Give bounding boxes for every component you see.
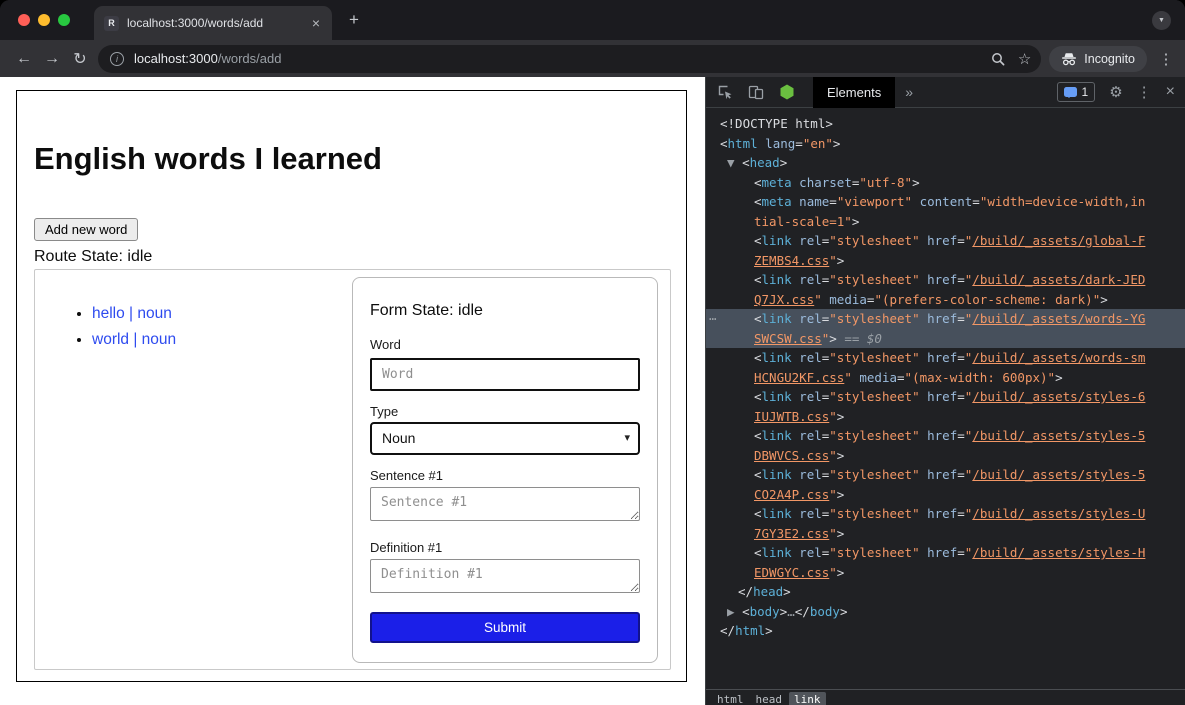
dom-tree: <!DOCTYPE html><html lang="en">▼ <head><… xyxy=(706,108,1185,689)
dom-node-row[interactable]: SWCSW.css"> == $0 xyxy=(706,329,1185,349)
url-text: localhost:3000/words/add xyxy=(134,51,978,66)
bookmark-star-icon[interactable]: ☆ xyxy=(1018,50,1031,68)
dom-node-row[interactable]: <link rel="stylesheet" href="/build/_ass… xyxy=(706,465,1185,485)
breadcrumb-item-html[interactable]: html xyxy=(712,692,749,705)
dom-node-row[interactable]: DBWVCS.css"> xyxy=(706,446,1185,466)
dom-node-row[interactable]: tial-scale=1"> xyxy=(706,212,1185,232)
dom-node-row[interactable]: ZEMBS4.css"> xyxy=(706,251,1185,271)
devtools-toolbar-right: 1 ⚙ ⋮ × xyxy=(1057,82,1185,102)
url-path: /words/add xyxy=(218,51,282,66)
browser-window: R localhost:3000/words/add × + ▼ ← → ↻ i… xyxy=(0,0,1185,705)
tab-search-button[interactable]: ▼ xyxy=(1152,11,1171,30)
dom-node-row[interactable]: <link rel="stylesheet" href="/build/_ass… xyxy=(706,387,1185,407)
gear-icon[interactable]: ⚙ xyxy=(1109,83,1122,101)
dom-node-row[interactable]: Q7JX.css" media="(prefers-color-scheme: … xyxy=(706,290,1185,310)
site-info-icon[interactable]: i xyxy=(110,52,124,66)
node-options-icon[interactable]: ⋯ xyxy=(709,309,716,329)
devtools-toolbar: Elements » 1 ⚙ ⋮ × xyxy=(706,77,1185,108)
dom-node-row[interactable]: <link rel="stylesheet" href="/build/_ass… xyxy=(706,348,1185,368)
forward-button[interactable]: → xyxy=(38,50,66,68)
page-title: English words I learned xyxy=(34,143,686,176)
browser-tab[interactable]: R localhost:3000/words/add × xyxy=(94,6,332,40)
back-button[interactable]: ← xyxy=(10,50,38,68)
type-label: Type xyxy=(370,404,640,419)
dom-node-row[interactable]: ▼ <head> xyxy=(706,153,1185,173)
dom-node-row[interactable]: <link rel="stylesheet" href="/build/_ass… xyxy=(706,426,1185,446)
incognito-icon xyxy=(1061,52,1077,66)
words-section: hello | noun world | noun Form State: id… xyxy=(34,269,671,670)
dom-node-row[interactable]: <link rel="stylesheet" href="/build/_ass… xyxy=(706,231,1185,251)
tab-favicon: R xyxy=(104,16,119,31)
sentence-label: Sentence #1 xyxy=(370,468,640,483)
dom-node-row[interactable]: <link rel="stylesheet" href="/build/_ass… xyxy=(706,504,1185,524)
tab-elements[interactable]: Elements xyxy=(813,77,895,108)
node-hexagon-icon[interactable] xyxy=(775,80,799,104)
devtools-close-icon[interactable]: × xyxy=(1166,83,1175,101)
close-window-button[interactable] xyxy=(18,14,30,26)
word-link-world[interactable]: world | noun xyxy=(92,331,176,348)
more-tabs-icon[interactable]: » xyxy=(905,84,913,100)
tab-close-icon[interactable]: × xyxy=(308,15,324,31)
word-input[interactable] xyxy=(370,358,640,391)
dom-node-row[interactable]: EDWGYC.css"> xyxy=(706,563,1185,583)
definition-label: Definition #1 xyxy=(370,540,640,555)
reload-button[interactable]: ↻ xyxy=(66,49,94,69)
minimize-window-button[interactable] xyxy=(38,14,50,26)
sentence-input[interactable] xyxy=(370,487,640,521)
window-content: English words I learned Add new word Rou… xyxy=(0,77,1185,705)
breadcrumb-item-link[interactable]: link xyxy=(789,692,826,705)
definition-input[interactable] xyxy=(370,559,640,593)
dom-node-row[interactable]: <link rel="stylesheet" href="/build/_ass… xyxy=(706,270,1185,290)
page-viewport: English words I learned Add new word Rou… xyxy=(0,77,705,705)
dom-node-row[interactable]: <link rel="stylesheet" href="/build/_ass… xyxy=(706,309,1185,329)
devtools-panel: Elements » 1 ⚙ ⋮ × <!DOCTYPE html><html … xyxy=(705,77,1185,705)
device-toolbar-icon[interactable] xyxy=(744,80,768,104)
issues-count: 1 xyxy=(1082,85,1089,99)
type-select[interactable]: Noun xyxy=(370,422,640,455)
zoom-icon[interactable] xyxy=(990,51,1006,67)
url-host: localhost:3000 xyxy=(134,51,218,66)
dom-node-row[interactable]: <!DOCTYPE html> xyxy=(706,114,1185,134)
devtools-menu-icon[interactable]: ⋮ xyxy=(1137,83,1152,101)
dom-node-row[interactable]: <html lang="en"> xyxy=(706,134,1185,154)
incognito-badge: Incognito xyxy=(1049,46,1147,72)
incognito-label: Incognito xyxy=(1084,52,1135,66)
form-state-text: Form State: idle xyxy=(370,302,640,320)
browser-menu-icon[interactable]: ⋮ xyxy=(1157,50,1175,68)
dom-node-row[interactable]: CO2A4P.css"> xyxy=(706,485,1185,505)
dom-node-row[interactable]: HCNGU2KF.css" media="(max-width: 600px)"… xyxy=(706,368,1185,388)
dom-node-row[interactable]: IUJWTB.css"> xyxy=(706,407,1185,427)
breadcrumb-item-head[interactable]: head xyxy=(751,692,788,705)
route-state-text: Route State: idle xyxy=(34,248,686,266)
type-select-wrap: Noun ▾ xyxy=(370,422,640,455)
add-new-word-button[interactable]: Add new word xyxy=(34,218,138,241)
dom-node-row[interactable]: </html> xyxy=(706,621,1185,641)
dom-node-row[interactable]: <link rel="stylesheet" href="/build/_ass… xyxy=(706,543,1185,563)
breadcrumb-bar: htmlheadlink xyxy=(706,689,1185,705)
browser-toolbar: ← → ↻ i localhost:3000/words/add ☆ Incog… xyxy=(0,40,1185,77)
word-link-hello[interactable]: hello | noun xyxy=(92,305,172,322)
dom-node-row[interactable]: <meta charset="utf-8"> xyxy=(706,173,1185,193)
fullscreen-window-button[interactable] xyxy=(58,14,70,26)
issues-button[interactable]: 1 xyxy=(1057,82,1096,102)
tab-title: localhost:3000/words/add xyxy=(127,16,308,30)
traffic-lights xyxy=(18,14,70,26)
dom-node-row[interactable]: <meta name="viewport" content="width=dev… xyxy=(706,192,1185,212)
tab-strip: R localhost:3000/words/add × + ▼ xyxy=(0,0,1185,40)
word-label: Word xyxy=(370,337,640,352)
app-container: English words I learned Add new word Rou… xyxy=(16,90,687,682)
address-bar[interactable]: i localhost:3000/words/add ☆ xyxy=(98,45,1041,73)
new-tab-button[interactable]: + xyxy=(344,10,364,30)
dom-node-row[interactable]: ▶ <body>…</body> xyxy=(706,602,1185,622)
issues-bubble-icon xyxy=(1064,87,1077,97)
add-word-form: Form State: idle Word Type Noun ▾ Senten… xyxy=(352,277,658,663)
dom-node-row[interactable]: 7GY3E2.css"> xyxy=(706,524,1185,544)
dom-node-row[interactable]: </head> xyxy=(706,582,1185,602)
submit-button[interactable]: Submit xyxy=(370,612,640,643)
inspect-element-icon[interactable] xyxy=(713,80,737,104)
